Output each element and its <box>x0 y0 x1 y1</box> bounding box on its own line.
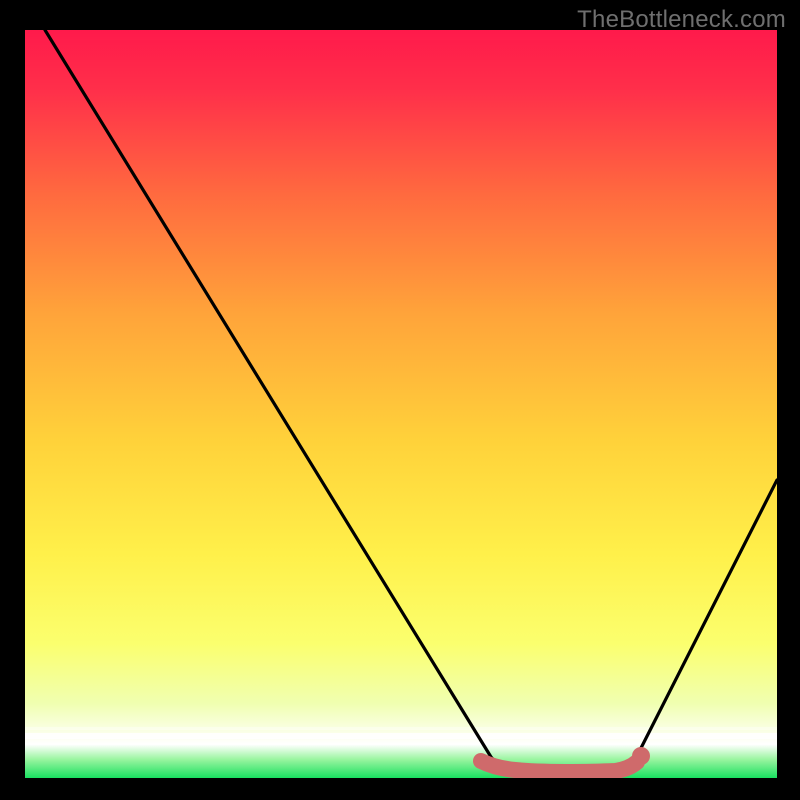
optimum-band <box>481 761 637 772</box>
plot-area <box>25 30 777 778</box>
chart-stage: TheBottleneck.com <box>0 0 800 800</box>
curve-path <box>45 30 777 773</box>
operating-point-marker <box>632 747 650 765</box>
watermark-text: TheBottleneck.com <box>577 6 786 34</box>
bottleneck-curve <box>25 30 777 778</box>
